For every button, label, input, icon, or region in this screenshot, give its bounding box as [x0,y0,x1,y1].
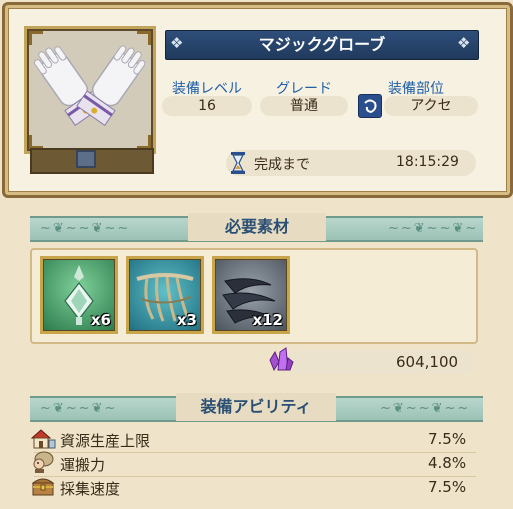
item-portrait[interactable] [24,26,156,154]
grade-label: グレード [276,81,332,97]
hourglass-icon [230,152,246,174]
item-name: マジックグローブ [258,35,386,54]
divider [34,452,476,453]
slot-value: アクセ [384,96,478,116]
magic-glove-icon [29,31,151,149]
material-count: x6 [90,311,111,329]
ability-row: 運搬力 4.8% [30,454,476,476]
slot-label: 装備部位 [388,81,444,97]
cost-value: 604,100 [396,353,459,371]
vine-ornament-icon: ~~❦~~❦~ [388,221,479,236]
accessory-slot-icon [358,94,382,118]
level-value: 16 [162,96,252,116]
ability-value: 4.8% [428,454,467,472]
material-tile[interactable]: x3 [126,256,204,334]
ability-label: 運搬力 [60,456,106,474]
ornament-left-icon: ❖ [170,34,184,52]
ability-title: 装備アビリティ [176,393,336,421]
ornament-right-icon: ❖ [457,34,471,52]
grade-value: 普通 [260,96,348,116]
material-tile[interactable]: x12 [212,256,290,334]
divider [34,476,476,477]
vine-ornament-icon: ~❦~~❦~~ [40,221,131,236]
materials-title: 必要素材 [188,213,326,241]
material-tile[interactable]: x6 [40,256,118,334]
vine-ornament-icon: ~❦~~❦~ [40,401,118,416]
ability-row: 資源生産上限 7.5% [30,430,476,452]
timer-label: 完成まで [254,157,310,173]
ability-row: 採集速度 7.5% [30,478,476,500]
socket-slot[interactable] [76,150,96,168]
ability-label: 採集速度 [60,480,121,498]
level-label: 装備レベル [172,81,242,97]
purple-crystal-icon [268,346,294,372]
ability-value: 7.5% [428,430,467,448]
ability-value: 7.5% [428,478,467,496]
material-count: x3 [176,311,197,329]
item-name-banner: マジックグローブ [165,30,479,60]
timer-value: 18:15:29 [396,154,459,170]
ability-label: 資源生産上限 [60,432,151,450]
material-count: x12 [252,311,283,329]
vine-ornament-icon: ~❦~~❦~~ [380,401,471,416]
